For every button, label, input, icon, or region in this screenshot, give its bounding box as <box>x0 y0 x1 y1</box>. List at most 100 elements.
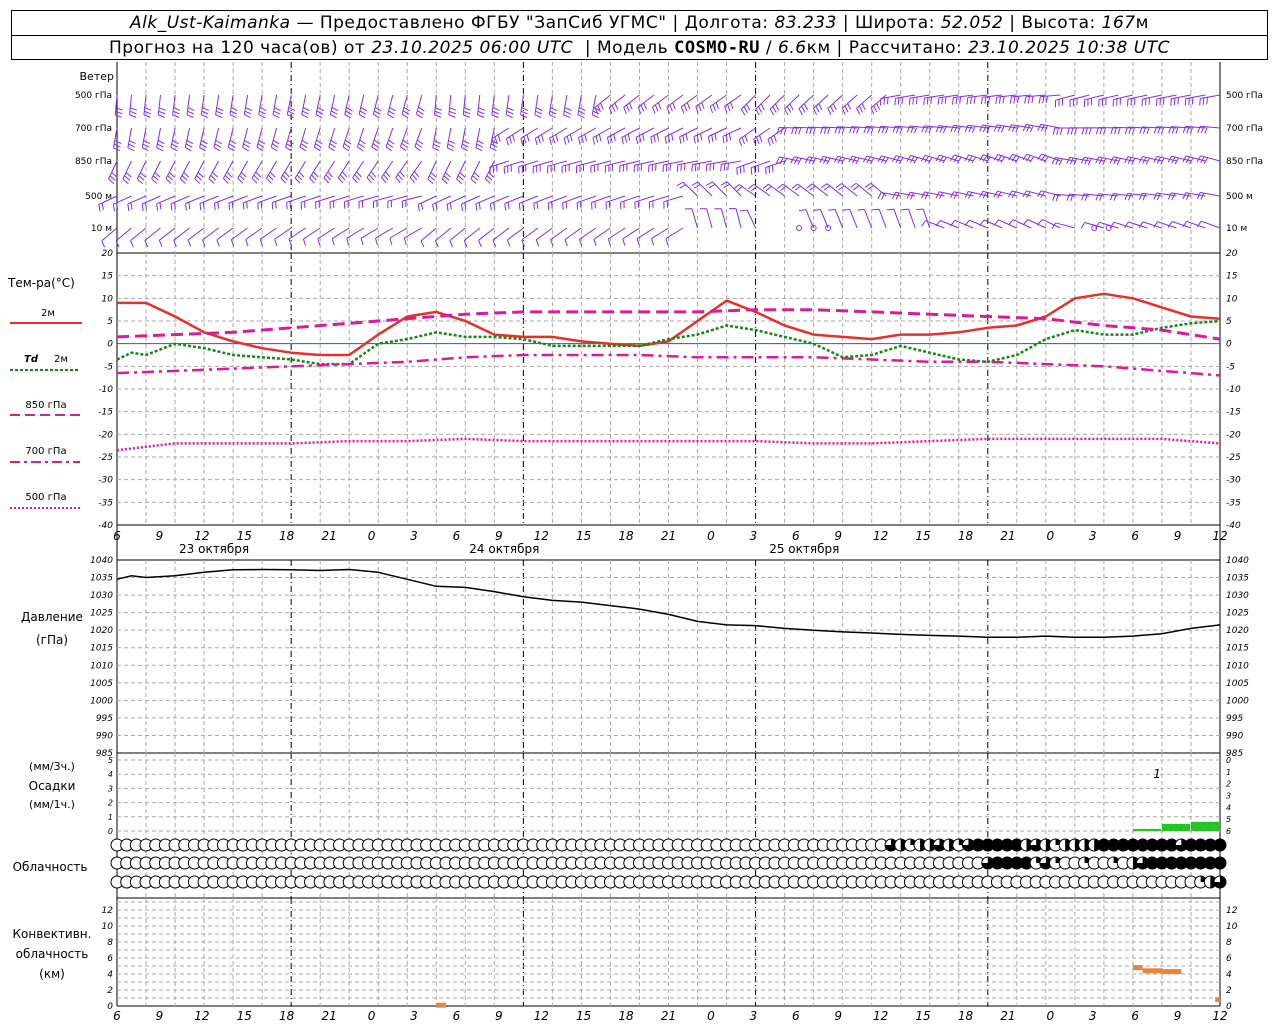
wind-barb <box>1170 94 1192 106</box>
wind-barb <box>521 227 539 247</box>
wind-barb <box>129 94 137 118</box>
temp-x-tick: 0 <box>1046 529 1054 543</box>
wind-barb <box>462 94 471 118</box>
wind-barb <box>222 160 234 184</box>
legend-td: Td <box>24 354 39 365</box>
wind-barb <box>401 94 411 119</box>
temp-tick-right: -35 <box>1226 498 1241 508</box>
wind-barb <box>908 94 930 106</box>
bottom-x-tick: 0 <box>368 1009 376 1023</box>
wind-barb <box>842 208 858 229</box>
wind-barb <box>274 227 292 246</box>
wind-barb <box>245 227 263 247</box>
wind-barb <box>127 127 136 152</box>
temp-x-tick: 3 <box>750 529 758 543</box>
wind-barb <box>385 127 395 152</box>
legend-2m: 2м <box>41 308 55 319</box>
conv-tick-left: 12 <box>102 906 114 916</box>
wind-barb <box>505 127 524 146</box>
wind-barb <box>441 160 452 184</box>
wind-barb <box>266 160 278 184</box>
temp-x-tick: 0 <box>368 529 376 543</box>
bottom-x-tick: 12 <box>534 1009 549 1023</box>
wind-barb <box>271 195 292 210</box>
wind-barb <box>179 160 191 184</box>
pressure-tick-left: 1005 <box>90 679 113 689</box>
pressure-tick-left: 1000 <box>90 696 113 706</box>
temp-tick-right: 20 <box>1226 249 1238 259</box>
pressure-tick-right: 1020 <box>1226 626 1249 636</box>
wind-barb <box>663 195 684 209</box>
wind-barb <box>699 208 713 229</box>
wind-barb <box>651 227 669 246</box>
wind-barb <box>242 127 251 152</box>
wind-barb <box>535 227 553 247</box>
pressure-tick-left: 1035 <box>90 574 113 584</box>
pressure-tick-right: 1030 <box>1226 591 1249 601</box>
wind-barb <box>344 195 364 209</box>
wind-barb <box>288 227 306 246</box>
temp-x-tick: 12 <box>1212 529 1227 543</box>
wind-level-label-left: 500 гПа <box>75 91 112 101</box>
wind-barb <box>533 195 553 211</box>
wind-barb <box>172 94 181 118</box>
temp-x-tick: 18 <box>279 529 295 543</box>
wind-barb <box>714 208 728 229</box>
wind-barb <box>1083 94 1105 107</box>
wind-barb <box>434 227 452 248</box>
wind-barb <box>637 94 655 114</box>
wind-barb <box>738 127 756 147</box>
conv-unit: (км) <box>39 967 65 981</box>
wind-barb <box>1196 192 1221 200</box>
wind-barb <box>446 127 456 152</box>
wind-barb <box>534 94 543 119</box>
wind-barb <box>604 160 626 173</box>
cloud-symbol <box>1213 856 1227 870</box>
wind-barb <box>827 94 844 115</box>
wind-level-label-right: 700 гПа <box>1226 124 1263 134</box>
wind-barb <box>593 227 611 246</box>
wind-barb <box>520 94 529 118</box>
wind-barb <box>286 195 306 210</box>
wind-barb <box>608 94 626 115</box>
wind-barb <box>280 160 292 184</box>
wind-barb <box>456 160 466 184</box>
wind-level-label-left: 700 гПа <box>75 124 112 134</box>
wind-barb <box>165 160 176 184</box>
wind-barb <box>491 94 500 118</box>
calm-wind-circle <box>825 225 832 231</box>
pressure-tick-left: 1020 <box>90 626 113 636</box>
wind-barb <box>136 160 147 184</box>
wind-barb <box>662 160 684 173</box>
legend-700: 700 гПа <box>25 446 66 457</box>
cloud-symbol <box>1213 838 1227 852</box>
wind-barb <box>740 209 757 229</box>
pressure-title: Давление <box>21 610 83 624</box>
wind-barb <box>122 160 132 184</box>
precip-bar <box>1190 821 1219 831</box>
wind-barb <box>894 94 916 106</box>
wind-barb <box>736 160 756 175</box>
wind-barb <box>415 94 425 119</box>
wind-barb <box>270 127 280 152</box>
wind-barb <box>414 127 424 152</box>
wind-barb <box>1080 222 1105 229</box>
wind-barb <box>475 127 484 152</box>
day-label: 24 октября <box>469 542 539 556</box>
conv-tick-right: 12 <box>1226 906 1238 916</box>
bottom-x-tick: 15 <box>576 1009 591 1023</box>
wind-barb <box>563 94 572 119</box>
temp-x-tick: 9 <box>156 529 164 543</box>
precip-tick-left: 2 <box>108 799 113 808</box>
temp-tick-right: -10 <box>1226 385 1241 395</box>
wind-barb <box>1109 221 1134 229</box>
wind-barb <box>534 127 553 146</box>
bottom-x-tick: 6 <box>792 1009 800 1023</box>
wind-barb <box>478 227 495 247</box>
temp-x-tick: 12 <box>534 529 549 543</box>
wind-barb <box>409 160 423 184</box>
wind-level-label-right: 10 м <box>1226 224 1247 234</box>
conv-tick-left: 4 <box>107 970 113 980</box>
wind-barb <box>937 94 959 105</box>
wind-barb <box>576 195 597 210</box>
